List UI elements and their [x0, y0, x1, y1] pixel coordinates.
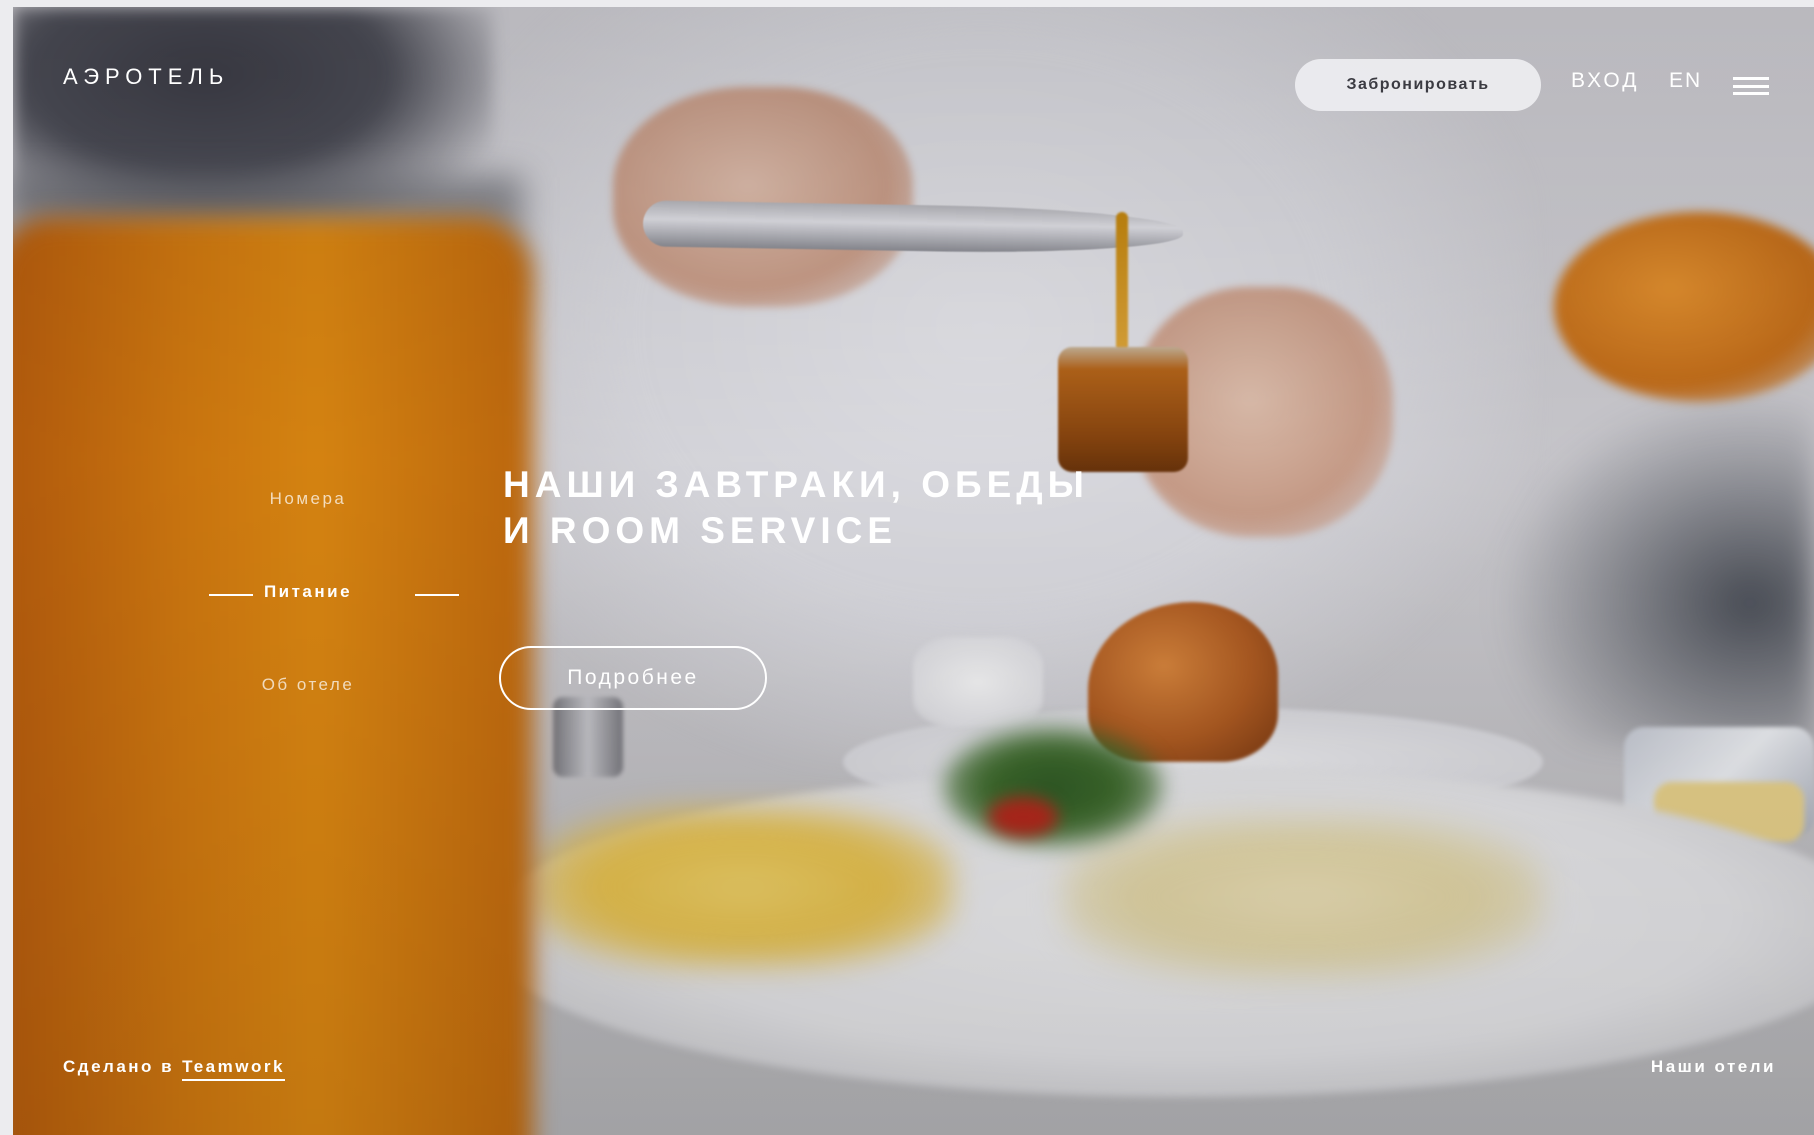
- hero-headline: НАШИ ЗАВТРАКИ, ОБЕДЫ И ROOM SERVICE: [503, 462, 1143, 554]
- section-nav-item-food[interactable]: Питание: [163, 582, 459, 602]
- hamburger-menu-icon[interactable]: [1733, 77, 1769, 95]
- teamwork-link[interactable]: Teamwork: [182, 1057, 285, 1081]
- menu-bar: [1733, 92, 1769, 95]
- our-hotels-link[interactable]: Наши отели: [1651, 1057, 1776, 1077]
- language-switch-en[interactable]: EN: [1669, 69, 1702, 93]
- hero-background-photo: [13, 7, 1814, 1135]
- hero-headline-line-2: И ROOM SERVICE: [503, 510, 898, 551]
- made-by-prefix: Сделано в: [63, 1057, 175, 1076]
- active-indicator-line-right: [415, 594, 459, 596]
- site-logo[interactable]: АЭРОТЕЛЬ: [63, 64, 229, 90]
- active-indicator-line-left: [209, 594, 253, 596]
- menu-bar: [1733, 84, 1769, 88]
- section-nav-item-rooms[interactable]: Номера: [163, 489, 453, 509]
- section-nav-label: Об отеле: [261, 675, 355, 694]
- menu-bar: [1733, 77, 1769, 80]
- book-button[interactable]: Забронировать: [1295, 59, 1541, 111]
- login-link[interactable]: ВХОД: [1571, 69, 1640, 93]
- hero-headline-line-1: НАШИ ЗАВТРАКИ, ОБЕДЫ: [503, 464, 1089, 505]
- page: АЭРОТЕЛЬ Забронировать ВХОД EN Номера Пи…: [13, 7, 1814, 1135]
- section-nav-item-about[interactable]: Об отеле: [163, 675, 453, 695]
- section-nav-label: Номера: [269, 489, 347, 508]
- section-nav-label: Питание: [263, 582, 353, 601]
- more-details-button[interactable]: Подробнее: [499, 646, 767, 710]
- made-by-credit: Сделано в Teamwork: [63, 1057, 285, 1081]
